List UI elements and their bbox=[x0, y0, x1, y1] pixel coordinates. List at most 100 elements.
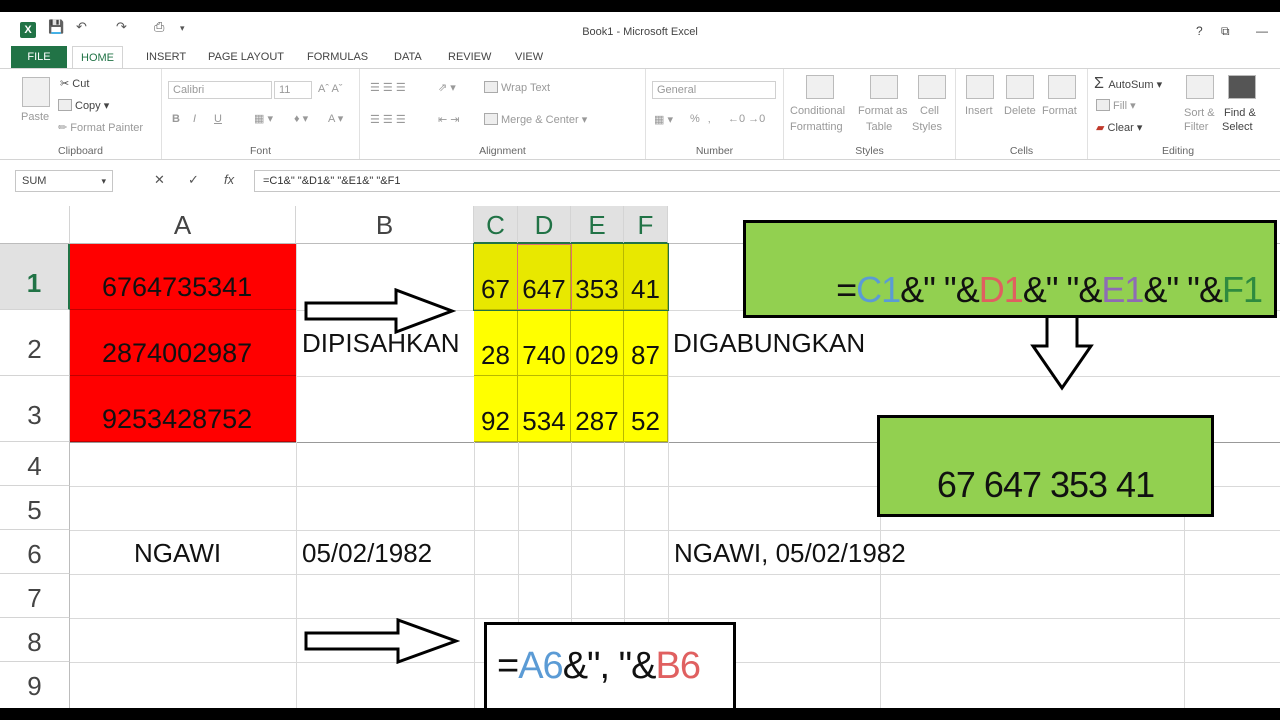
copy-button[interactable]: Copy ▾ bbox=[58, 99, 109, 112]
format-cells-button[interactable]: Format bbox=[1042, 105, 1077, 117]
font-color-icon[interactable]: A ▾ bbox=[328, 112, 343, 125]
cell-a6[interactable]: NGAWI bbox=[134, 538, 221, 569]
row-header-5[interactable]: 5 bbox=[0, 486, 70, 530]
comma-icon[interactable]: ‚ bbox=[708, 113, 710, 125]
paste-button[interactable]: Paste bbox=[21, 111, 49, 123]
tab-insert[interactable]: INSERT bbox=[138, 46, 194, 68]
row-header-3[interactable]: 3 bbox=[0, 376, 70, 442]
concat-result-text: 67 647 353 41 bbox=[936, 464, 1155, 505]
conditional-formatting-icon[interactable] bbox=[806, 75, 834, 99]
gridline bbox=[296, 244, 297, 708]
insert-cells-icon[interactable] bbox=[966, 75, 994, 99]
cell-e3[interactable]: 287 bbox=[571, 376, 624, 442]
cell-c3[interactable]: 92 bbox=[474, 376, 518, 442]
cell-d2[interactable]: 740 bbox=[518, 310, 571, 376]
fill-button[interactable]: Fill ▾ bbox=[1096, 99, 1136, 112]
tab-file[interactable]: FILE bbox=[11, 46, 67, 68]
number-format-combo[interactable]: General bbox=[652, 81, 776, 99]
wrap-text-button[interactable]: Wrap Text bbox=[484, 81, 550, 94]
format-painter-button[interactable]: ✏ Format Painter bbox=[58, 121, 143, 134]
tab-page-layout[interactable]: PAGE LAYOUT bbox=[200, 46, 292, 68]
cell-c2[interactable]: 28 bbox=[474, 310, 518, 376]
row-header-1[interactable]: 1 bbox=[0, 244, 70, 310]
fill-color-icon[interactable]: ♦ ▾ bbox=[294, 112, 308, 125]
concat-formula-callout: =C1&" "&D1&" "&E1&" "&F1 bbox=[743, 220, 1277, 318]
tab-review[interactable]: REVIEW bbox=[440, 46, 499, 68]
autosum-button[interactable]: Σ AutoSum ▾ bbox=[1094, 75, 1162, 93]
row-header-4[interactable]: 4 bbox=[0, 442, 70, 486]
cell-e2[interactable]: 029 bbox=[571, 310, 624, 376]
minimize-button[interactable]: — bbox=[1256, 24, 1268, 38]
column-header-c[interactable]: C bbox=[474, 206, 518, 244]
column-header-d[interactable]: D bbox=[518, 206, 571, 244]
merge-center-button[interactable]: Merge & Center ▾ bbox=[484, 113, 587, 126]
formula2-ref-b6: B6 bbox=[655, 645, 700, 687]
column-header-a[interactable]: A bbox=[70, 206, 296, 244]
sort-filter-icon[interactable] bbox=[1186, 75, 1214, 99]
cell-a1[interactable]: 6764735341 bbox=[70, 244, 296, 310]
name-box-dropdown-icon[interactable]: ▾ bbox=[101, 171, 106, 191]
cell-d3[interactable]: 534 bbox=[518, 376, 571, 442]
column-header-f[interactable]: F bbox=[624, 206, 668, 244]
clipboard-group: Paste ✂ Cut Copy ▾ ✏ Format Painter Clip… bbox=[0, 69, 162, 159]
currency-icon[interactable]: ▦ ▾ bbox=[654, 113, 673, 126]
tab-home[interactable]: HOME bbox=[72, 46, 123, 68]
row-header-7[interactable]: 7 bbox=[0, 574, 70, 618]
align-left-icons[interactable]: ☰ ☰ ☰ bbox=[370, 113, 406, 126]
sort-filter-button[interactable]: Sort & bbox=[1184, 107, 1215, 119]
decimal-icons[interactable]: ←0 →0 bbox=[728, 113, 765, 125]
bold-button[interactable]: B bbox=[172, 113, 180, 125]
indent-icons[interactable]: ⇤ ⇥ bbox=[438, 113, 460, 126]
row-header-9[interactable]: 9 bbox=[0, 662, 70, 708]
delete-cells-icon[interactable] bbox=[1006, 75, 1034, 99]
row-header-6[interactable]: 6 bbox=[0, 530, 70, 574]
row-header-8[interactable]: 8 bbox=[0, 618, 70, 662]
row-header-2[interactable]: 2 bbox=[0, 310, 70, 376]
underline-button[interactable]: U bbox=[214, 113, 222, 125]
gridline bbox=[70, 530, 1280, 531]
ribbon-display-options-button[interactable]: ⧉ bbox=[1221, 24, 1230, 39]
find-select-button[interactable]: Find & bbox=[1224, 107, 1256, 119]
cell-b6[interactable]: 05/02/1982 bbox=[302, 538, 432, 569]
insert-cells-button[interactable]: Insert bbox=[965, 105, 993, 117]
font-name-combo[interactable]: Calibri bbox=[168, 81, 272, 99]
column-header-e[interactable]: E bbox=[571, 206, 624, 244]
insert-function-button[interactable]: fx bbox=[224, 172, 234, 187]
cell-g2[interactable]: DIGABUNGKAN bbox=[673, 328, 865, 359]
cut-button[interactable]: ✂ Cut bbox=[60, 77, 89, 90]
percent-button[interactable]: % bbox=[690, 113, 700, 125]
formula-input[interactable]: =C1&" "&D1&" "&E1&" "&F1 bbox=[254, 170, 1280, 192]
conditional-formatting-button[interactable]: Conditional bbox=[790, 105, 845, 117]
tab-view[interactable]: VIEW bbox=[507, 46, 551, 68]
name-box[interactable]: SUM ▾ bbox=[15, 170, 113, 192]
font-size-combo[interactable]: 11 bbox=[274, 81, 312, 99]
clear-button[interactable]: ▰ Clear ▾ bbox=[1096, 121, 1142, 134]
help-button[interactable]: ? bbox=[1196, 24, 1203, 38]
cell-f3[interactable]: 52 bbox=[624, 376, 668, 442]
paste-icon[interactable] bbox=[22, 77, 50, 107]
format-as-table-button[interactable]: Format as bbox=[858, 105, 908, 117]
align-top-icons[interactable]: ☰ ☰ ☰ bbox=[370, 81, 406, 94]
confirm-entry-button[interactable]: ✓ bbox=[188, 172, 199, 188]
formula2-sep: &", "& bbox=[562, 645, 657, 687]
select-all-corner[interactable] bbox=[0, 206, 70, 244]
format-cells-icon[interactable] bbox=[1048, 75, 1076, 99]
orientation-icon[interactable]: ⇗ ▾ bbox=[438, 81, 456, 94]
cancel-entry-button[interactable]: ✕ bbox=[154, 172, 165, 188]
formula2-eq: = bbox=[497, 645, 519, 687]
binoculars-icon[interactable] bbox=[1228, 75, 1256, 99]
cell-styles-button[interactable]: Cell bbox=[920, 105, 939, 117]
cell-a2[interactable]: 2874002987 bbox=[70, 310, 296, 376]
column-header-b[interactable]: B bbox=[296, 206, 474, 244]
grow-font-icon[interactable]: Aˆ Aˇ bbox=[318, 83, 342, 95]
delete-cells-button[interactable]: Delete bbox=[1004, 105, 1036, 117]
format-as-table-icon[interactable] bbox=[870, 75, 898, 99]
tab-data[interactable]: DATA bbox=[386, 46, 430, 68]
cell-a3[interactable]: 9253428752 bbox=[70, 376, 296, 442]
cell-g6[interactable]: NGAWI, 05/02/1982 bbox=[674, 538, 906, 569]
cell-f2[interactable]: 87 bbox=[624, 310, 668, 376]
tab-formulas[interactable]: FORMULAS bbox=[299, 46, 376, 68]
borders-icon[interactable]: ▦ ▾ bbox=[254, 112, 273, 125]
italic-button[interactable]: I bbox=[193, 113, 196, 125]
cell-styles-icon[interactable] bbox=[918, 75, 946, 99]
